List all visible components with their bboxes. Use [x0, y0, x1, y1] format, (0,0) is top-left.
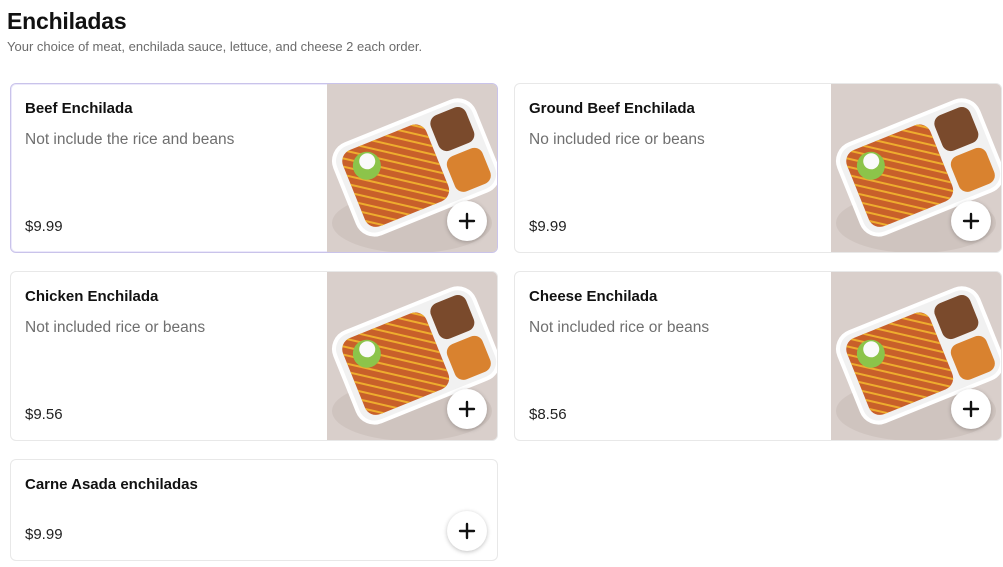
add-to-cart-button[interactable]	[447, 511, 487, 551]
menu-item-grid: Beef Enchilada Not include the rice and …	[10, 83, 1002, 561]
plus-icon	[458, 400, 476, 418]
menu-item-text: Carne Asada enchiladas	[25, 476, 317, 493]
plus-icon	[458, 522, 476, 540]
section-subtitle: Your choice of meat, enchilada sauce, le…	[7, 39, 423, 54]
menu-item-price: $9.56	[25, 406, 63, 423]
menu-item-card[interactable]: Chicken Enchilada Not included rice or b…	[10, 271, 498, 441]
menu-item-card[interactable]: Carne Asada enchiladas $9.99	[10, 459, 498, 561]
menu-item-card[interactable]: Beef Enchilada Not include the rice and …	[10, 83, 498, 253]
add-to-cart-button[interactable]	[951, 201, 991, 241]
add-to-cart-button[interactable]	[447, 389, 487, 429]
menu-item-description: Not include the rice and beans	[25, 131, 235, 148]
menu-item-name: Chicken Enchilada	[25, 288, 159, 305]
section-title: Enchiladas	[7, 8, 127, 34]
menu-item-card[interactable]: Cheese Enchilada Not included rice or be…	[514, 271, 1002, 441]
menu-section: Enchiladas Your choice of meat, enchilad…	[0, 0, 1003, 567]
menu-item-description: No included rice or beans	[529, 131, 705, 148]
menu-item-price: $9.99	[25, 526, 63, 543]
plus-icon	[962, 212, 980, 230]
menu-item-description: Not included rice or beans	[25, 319, 206, 336]
plus-icon	[962, 400, 980, 418]
add-to-cart-button[interactable]	[447, 201, 487, 241]
plus-icon	[458, 212, 476, 230]
menu-item-text: Ground Beef Enchilada No included rice o…	[529, 100, 821, 149]
menu-item-price: $9.99	[25, 218, 63, 235]
add-to-cart-button[interactable]	[951, 389, 991, 429]
menu-item-text: Beef Enchilada Not include the rice and …	[25, 100, 317, 149]
menu-item-name: Carne Asada enchiladas	[25, 476, 198, 493]
menu-item-description: Not included rice or beans	[529, 319, 710, 336]
menu-item-name: Beef Enchilada	[25, 100, 133, 117]
menu-item-card[interactable]: Ground Beef Enchilada No included rice o…	[514, 83, 1002, 253]
menu-item-price: $9.99	[529, 218, 567, 235]
menu-item-price: $8.56	[529, 406, 567, 423]
menu-item-name: Cheese Enchilada	[529, 288, 658, 305]
menu-item-text: Chicken Enchilada Not included rice or b…	[25, 288, 317, 337]
menu-item-text: Cheese Enchilada Not included rice or be…	[529, 288, 821, 337]
menu-item-name: Ground Beef Enchilada	[529, 100, 695, 117]
